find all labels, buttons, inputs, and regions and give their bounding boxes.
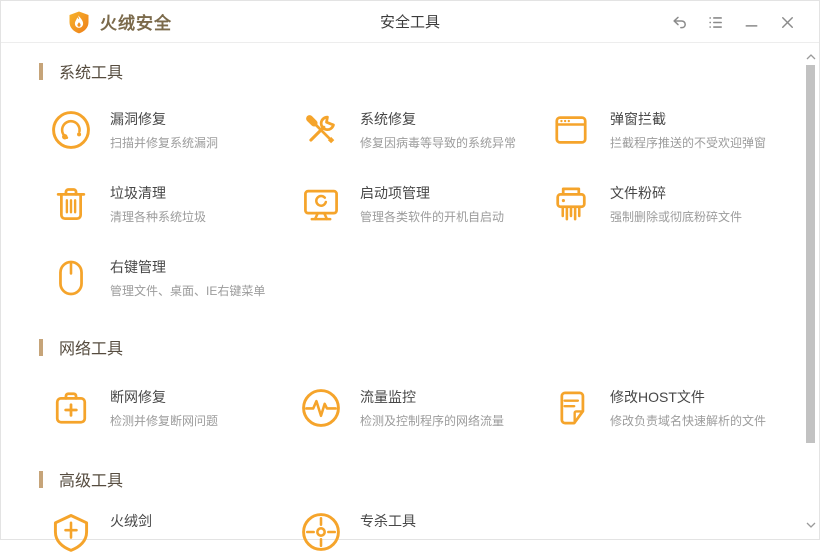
tool-title: 弹窗拦截 [610, 111, 666, 127]
section-title: 高级工具 [59, 473, 124, 490]
tool-desc: 修复因病毒等导致的系统异常 [360, 136, 517, 150]
host-file-icon [549, 386, 593, 430]
tool-text: 断网修复检测并修复断网问题 [110, 389, 218, 428]
section-title: 系统工具 [59, 65, 124, 82]
close-icon[interactable] [769, 1, 805, 43]
tool-desc: 扫描并修复系统漏洞 [110, 136, 219, 150]
section-title: 网络工具 [59, 341, 124, 358]
tools-grid: 漏洞修复扫描并修复系统漏洞 系统修复修复因病毒等导致的系统异常 弹窗拦截拦截程序推送… [1, 108, 819, 300]
tool-file-shredder[interactable]: 文件粉碎强制删除或彻底粉碎文件 [549, 182, 799, 226]
file-shredder-icon [549, 182, 593, 226]
tool-vulnerability-fix[interactable]: 漏洞修复扫描并修复系统漏洞 [49, 108, 299, 152]
tool-desc: 管理各类软件的开机自启动 [360, 210, 505, 224]
flame-shield-logo-icon [67, 10, 91, 34]
back-arrow-icon[interactable] [661, 1, 697, 43]
tools-grid: 断网修复检测并修复断网问题 流量监控检测及控制程序的网络流量 修改HOST文件修改负… [1, 386, 819, 430]
tool-startup-manager[interactable]: 启动项管理管理各类软件的开机自启动 [299, 182, 549, 226]
menu-list-icon[interactable] [697, 1, 733, 43]
tool-title: 启动项管理 [360, 185, 430, 201]
tool-context-menu[interactable]: 右键管理管理文件、桌面、IE右键菜单 [49, 256, 299, 300]
tool-system-repair[interactable]: 系统修复修复因病毒等导致的系统异常 [299, 108, 549, 152]
scroll-down-button[interactable] [804, 519, 817, 531]
tool-text: 垃圾清理清理各种系统垃圾 [110, 185, 206, 224]
tool-title: 系统修复 [360, 111, 416, 127]
section-header: 系统工具 [39, 62, 819, 82]
section-accent-bar [39, 470, 43, 488]
tool-desc: 拦截程序推送的不受欢迎弹窗 [610, 136, 767, 150]
tool-trash-clean[interactable]: 垃圾清理清理各种系统垃圾 [49, 182, 299, 226]
tool-popup-block[interactable]: 弹窗拦截拦截程序推送的不受欢迎弹窗 [549, 108, 799, 152]
context-menu-icon [49, 256, 93, 300]
trash-clean-icon [49, 182, 93, 226]
scrollbar-thumb[interactable] [806, 65, 815, 443]
section-accent-bar [39, 338, 43, 356]
tool-title: 修改HOST文件 [610, 389, 705, 405]
tool-title: 文件粉碎 [610, 185, 666, 201]
tool-title: 专杀工具 [360, 513, 416, 529]
tool-title: 漏洞修复 [110, 111, 166, 127]
tool-desc: 强制删除或彻底粉碎文件 [610, 210, 743, 224]
tool-desc: 管理文件、桌面、IE右键菜单 [110, 284, 266, 298]
tool-text: 系统修复修复因病毒等导致的系统异常 [360, 111, 516, 150]
tool-desc: 修改负责域名快速解析的文件 [610, 414, 767, 428]
tool-title: 火绒剑 [110, 513, 152, 529]
tool-desc: 检测并修复断网问题 [110, 414, 219, 428]
tool-network-repair[interactable]: 断网修复检测并修复断网问题 [49, 386, 299, 430]
tool-text: 右键管理管理文件、桌面、IE右键菜单 [110, 259, 265, 298]
tool-text: 漏洞修复扫描并修复系统漏洞 [110, 111, 218, 150]
special-kill-icon [299, 510, 343, 554]
popup-block-icon [549, 108, 593, 152]
tool-text: 修改HOST文件修改负责域名快速解析的文件 [610, 389, 766, 428]
tool-text: 启动项管理管理各类软件的开机自启动 [360, 185, 504, 224]
window-controls [661, 1, 805, 43]
minimize-icon[interactable] [733, 1, 769, 43]
vulnerability-fix-icon [49, 108, 93, 152]
app-logo: 火绒安全 [67, 9, 172, 34]
tool-text: 专杀工具 [360, 513, 416, 530]
system-repair-icon [299, 108, 343, 152]
app-name: 火绒安全 [100, 14, 172, 33]
tool-title: 垃圾清理 [110, 185, 166, 201]
traffic-monitor-icon [299, 386, 343, 430]
tool-huorong-sword[interactable]: 火绒剑 [49, 510, 299, 554]
tool-text: 弹窗拦截拦截程序推送的不受欢迎弹窗 [610, 111, 766, 150]
main-content: 系统工具漏洞修复扫描并修复系统漏洞 系统修复修复因病毒等导致的系统异常 弹窗拦截拦截… [1, 62, 819, 554]
tool-desc: 清理各种系统垃圾 [110, 210, 207, 224]
startup-manager-icon [299, 182, 343, 226]
tool-text: 火绒剑 [110, 513, 152, 530]
section-accent-bar [39, 62, 43, 80]
network-repair-icon [49, 386, 93, 430]
tool-title: 流量监控 [360, 389, 416, 405]
tool-host-file[interactable]: 修改HOST文件修改负责域名快速解析的文件 [549, 386, 799, 430]
tool-special-kill[interactable]: 专杀工具 [299, 510, 549, 554]
tool-text: 文件粉碎强制删除或彻底粉碎文件 [610, 185, 742, 224]
huorong-sword-icon [49, 510, 93, 554]
titlebar: 火绒安全 安全工具 [1, 1, 819, 43]
tools-grid: 火绒剑 专杀工具 [1, 510, 819, 554]
tool-title: 断网修复 [110, 389, 166, 405]
tool-desc: 检测及控制程序的网络流量 [360, 414, 505, 428]
scroll-up-button[interactable] [804, 51, 817, 63]
section-header: 高级工具 [39, 470, 819, 490]
tool-traffic-monitor[interactable]: 流量监控检测及控制程序的网络流量 [299, 386, 549, 430]
section-header: 网络工具 [39, 338, 819, 358]
tool-title: 右键管理 [110, 259, 166, 275]
tool-text: 流量监控检测及控制程序的网络流量 [360, 389, 504, 428]
scrollbar [802, 43, 819, 539]
